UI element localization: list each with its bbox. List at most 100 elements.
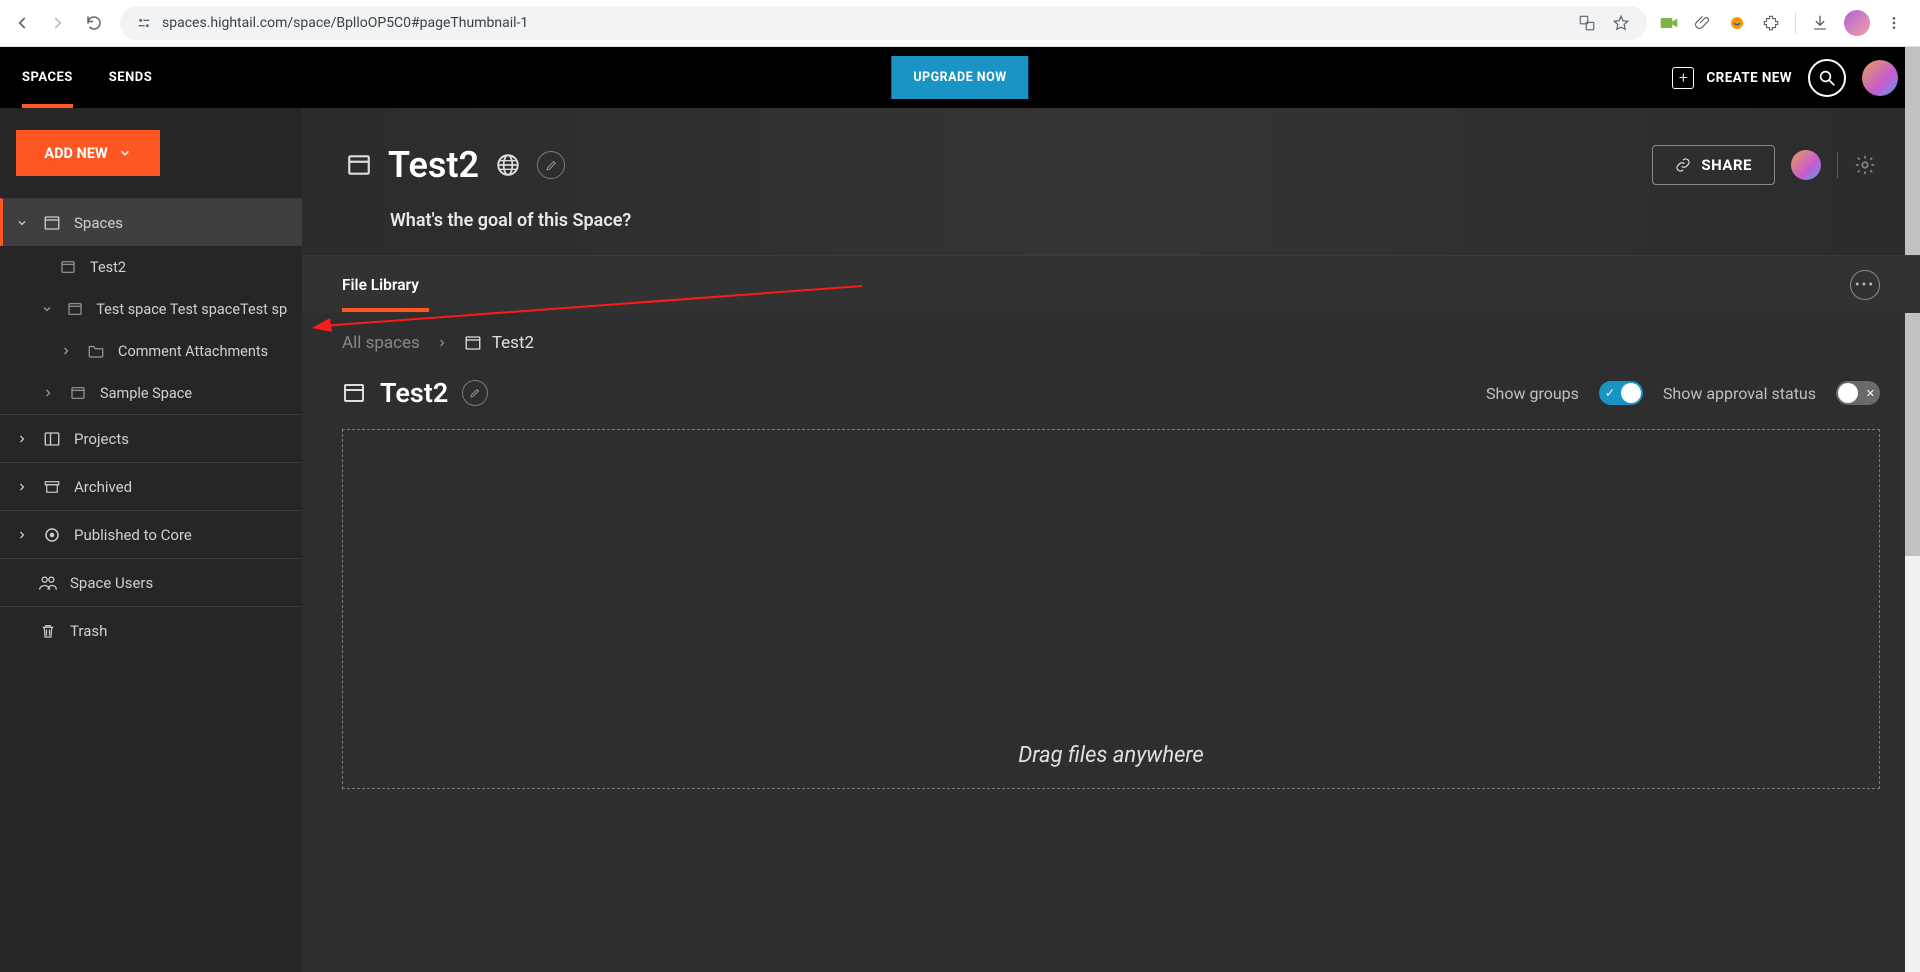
chevron-down-icon (14, 217, 30, 229)
separator (1837, 152, 1838, 178)
chevron-right-icon (40, 387, 56, 399)
add-new-button[interactable]: ADD NEW (16, 130, 160, 176)
pencil-icon (469, 387, 481, 399)
ext-paperclip-icon[interactable] (1693, 13, 1713, 33)
edit-section-button[interactable] (462, 380, 488, 406)
ext-videocam-icon[interactable] (1659, 13, 1679, 33)
share-button[interactable]: SHARE (1652, 145, 1775, 185)
space-icon (42, 214, 62, 232)
sidebar-label: Space Users (70, 574, 153, 592)
search-button[interactable] (1808, 59, 1846, 97)
breadcrumb-root[interactable]: All spaces (342, 333, 420, 353)
sidebar-label: Archived (74, 478, 132, 496)
trash-icon (38, 622, 58, 640)
tab-file-library[interactable]: File Library (342, 258, 419, 312)
dropzone-text: Drag files anywhere (1018, 743, 1204, 768)
sidebar-label: Comment Attachments (118, 343, 268, 360)
space-icon (346, 152, 372, 178)
sidebar-item-archived[interactable]: Archived (0, 462, 302, 510)
space-icon (68, 385, 88, 401)
settings-button[interactable] (1854, 154, 1876, 176)
create-new-label: CREATE NEW (1706, 70, 1792, 86)
sidebar-label: Projects (74, 430, 129, 448)
browser-back-button[interactable] (8, 9, 36, 37)
site-settings-icon[interactable] (136, 15, 152, 31)
edit-title-button[interactable] (537, 151, 565, 179)
sidebar-label: Trash (70, 622, 107, 640)
panel-icon (42, 430, 62, 448)
space-icon (342, 381, 366, 405)
user-avatar[interactable] (1862, 60, 1898, 96)
chevron-right-icon (14, 481, 30, 493)
plus-icon: + (1672, 67, 1694, 89)
space-icon (464, 334, 482, 352)
sidebar-label: Test space Test spaceTest space (96, 301, 288, 318)
gear-icon (1854, 154, 1876, 176)
sidebar-label: Published to Core (74, 526, 192, 544)
browser-forward-button[interactable] (44, 9, 72, 37)
sidebar-label: Spaces (74, 214, 123, 232)
separator (1795, 12, 1796, 34)
x-icon: ✕ (1866, 387, 1875, 400)
pencil-icon (545, 159, 558, 172)
space-icon (66, 301, 84, 317)
sidebar-item-comment-attachments[interactable]: Comment Attachments (0, 330, 302, 372)
space-title: Test2 (388, 144, 479, 186)
browser-menu-icon[interactable] (1884, 13, 1904, 33)
tab-sends[interactable]: SENDS (109, 48, 152, 107)
sidebar-label: Sample Space (100, 385, 192, 402)
browser-reload-button[interactable] (80, 9, 108, 37)
show-groups-label: Show groups (1486, 384, 1579, 403)
downloads-icon[interactable] (1810, 13, 1830, 33)
users-icon (38, 574, 58, 592)
tab-spaces[interactable]: SPACES (22, 48, 73, 107)
chevron-right-icon (58, 345, 74, 357)
breadcrumb-current[interactable]: Test2 (492, 333, 534, 353)
space-icon (58, 259, 78, 275)
show-approval-toggle[interactable]: ✕ (1836, 381, 1880, 405)
chevron-right-icon (14, 433, 30, 445)
chevron-right-icon (14, 529, 30, 541)
archive-icon (42, 478, 62, 496)
globe-icon[interactable] (495, 152, 521, 178)
share-label: SHARE (1701, 156, 1752, 174)
check-icon: ✓ (1605, 386, 1615, 400)
breadcrumbs: All spaces Test2 (302, 313, 1920, 373)
sidebar-item-test2[interactable]: Test2 (0, 246, 302, 288)
sidebar-item-longspace[interactable]: Test space Test spaceTest space (0, 288, 302, 330)
sidebar-item-published[interactable]: Published to Core (0, 510, 302, 558)
add-new-label: ADD NEW (44, 145, 107, 162)
tab-bar: File Library ••• (302, 255, 1920, 313)
ext-circle-icon[interactable] (1727, 13, 1747, 33)
sidebar-item-spaces[interactable]: Spaces (0, 198, 302, 246)
sidebar-item-trash[interactable]: Trash (0, 606, 302, 654)
content-area: Test2 SHARE What's the goal of this Spac… (302, 108, 1920, 972)
chevron-down-icon (118, 146, 132, 160)
file-dropzone[interactable]: Drag files anywhere (342, 429, 1880, 789)
chevron-down-icon (40, 303, 54, 315)
chevron-right-icon (436, 337, 448, 349)
create-new-button[interactable]: + CREATE NEW (1672, 67, 1792, 89)
sidebar: ADD NEW Spaces Test2 Test space Test spa… (0, 108, 302, 972)
goal-prompt[interactable]: What's the goal of this Space? (390, 210, 1876, 231)
sidebar-item-space-users[interactable]: Space Users (0, 558, 302, 606)
core-icon (42, 526, 62, 544)
sidebar-item-sample-space[interactable]: Sample Space (0, 372, 302, 414)
show-groups-toggle[interactable]: ✓ (1599, 381, 1643, 405)
upgrade-button[interactable]: UPGRADE NOW (891, 56, 1028, 99)
url-bar[interactable]: spaces.hightail.com/space/BplloOP5C0#pag… (120, 6, 1647, 40)
member-avatar[interactable] (1791, 150, 1821, 180)
app-header: SPACES SENDS UPGRADE NOW + CREATE NEW (0, 47, 1920, 108)
extensions-icon[interactable] (1761, 13, 1781, 33)
section-title: Test2 (380, 377, 448, 409)
sidebar-label: Test2 (90, 259, 126, 276)
browser-chrome: spaces.hightail.com/space/BplloOP5C0#pag… (0, 0, 1920, 47)
url-text: spaces.hightail.com/space/BplloOP5C0#pag… (162, 15, 528, 31)
show-approval-label: Show approval status (1663, 384, 1816, 403)
search-icon (1818, 69, 1836, 87)
translate-icon[interactable] (1577, 13, 1597, 33)
more-options-button[interactable]: ••• (1850, 270, 1880, 300)
bookmark-star-icon[interactable] (1611, 13, 1631, 33)
sidebar-item-projects[interactable]: Projects (0, 414, 302, 462)
profile-avatar[interactable] (1844, 10, 1870, 36)
